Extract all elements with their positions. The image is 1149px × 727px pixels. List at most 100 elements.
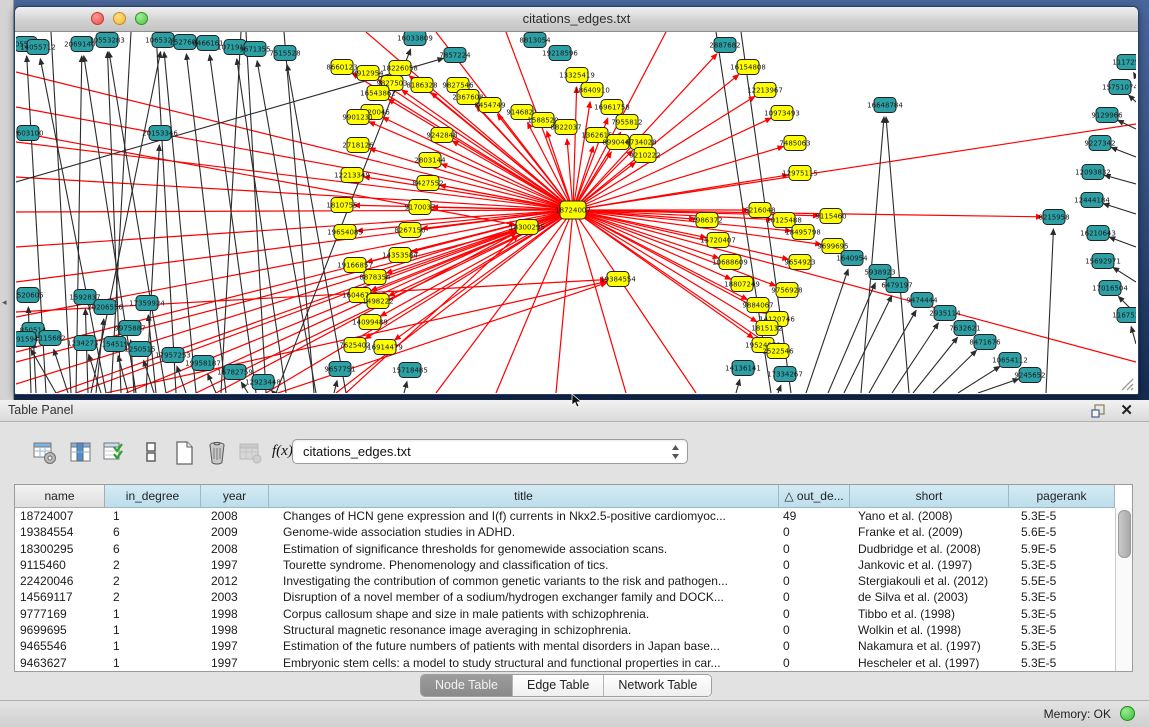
cell-out_de[interactable]: 0: [779, 557, 850, 573]
cell-in_degree[interactable]: 2: [105, 573, 201, 589]
close-panel-icon[interactable]: ✕: [1120, 401, 1133, 419]
cell-year[interactable]: 1997: [201, 638, 269, 654]
cell-short[interactable]: Wolkin et al. (1998): [850, 622, 1009, 638]
cell-in_degree[interactable]: 1: [105, 655, 201, 671]
cell-title[interactable]: Embryonic stem cells: a model to study s…: [269, 655, 779, 671]
cell-pagerank[interactable]: 5.6E-5: [1009, 524, 1115, 540]
table-row[interactable]: 1938455462009Genome-wide association stu…: [15, 524, 1115, 540]
show-columns-button[interactable]: [68, 440, 94, 466]
cell-short[interactable]: de Silva et al. (2003): [850, 589, 1009, 605]
cell-pagerank[interactable]: 5.3E-5: [1009, 606, 1115, 622]
cell-in_degree[interactable]: 2: [105, 589, 201, 605]
cell-pagerank[interactable]: 5.5E-5: [1009, 573, 1115, 589]
table-row[interactable]: 1830029562008Estimation of significance …: [15, 541, 1115, 557]
table-row[interactable]: 1456911722003Disruption of a novel membe…: [15, 589, 1115, 605]
cell-short[interactable]: Tibbo et al. (1998): [850, 606, 1009, 622]
cell-in_degree[interactable]: 1: [105, 606, 201, 622]
cell-name[interactable]: 18300295: [15, 541, 105, 557]
select-rows-button[interactable]: [102, 440, 128, 466]
collapse-left-icon[interactable]: ◂: [2, 298, 7, 307]
cell-in_degree[interactable]: 6: [105, 541, 201, 557]
cell-in_degree[interactable]: 1: [105, 508, 201, 524]
cell-pagerank[interactable]: 5.3E-5: [1009, 557, 1115, 573]
table-selector-dropdown[interactable]: citations_edges.txt: [292, 439, 688, 464]
cell-name[interactable]: 22420046: [15, 573, 105, 589]
cell-pagerank[interactable]: 5.3E-5: [1009, 622, 1115, 638]
cell-out_de[interactable]: 49: [779, 508, 850, 524]
cell-name[interactable]: 9777169: [15, 606, 105, 622]
scrollbar-thumb[interactable]: [1118, 510, 1131, 558]
cell-short[interactable]: Franke et al. (2009): [850, 524, 1009, 540]
column-header-4[interactable]: △ out_de...: [779, 485, 850, 508]
cell-year[interactable]: 1998: [201, 606, 269, 622]
cell-out_de[interactable]: 0: [779, 573, 850, 589]
network-window-titlebar[interactable]: citations_edges.txt: [15, 7, 1138, 32]
cell-title[interactable]: Disruption of a novel member of a sodium…: [269, 589, 779, 605]
cell-out_de[interactable]: 0: [779, 638, 850, 654]
cell-name[interactable]: 9463627: [15, 655, 105, 671]
cell-short[interactable]: Yano et al. (2008): [850, 508, 1009, 524]
cell-year[interactable]: 1997: [201, 557, 269, 573]
cell-pagerank[interactable]: 5.3E-5: [1009, 508, 1115, 524]
window-resize-grip[interactable]: [1118, 375, 1134, 391]
cell-title[interactable]: Investigating the contribution of common…: [269, 573, 779, 589]
cell-title[interactable]: Structural magnetic resonance image aver…: [269, 622, 779, 638]
float-panel-icon[interactable]: [1091, 404, 1105, 418]
table-row[interactable]: 911546021997Tourette syndrome. Phenomeno…: [15, 557, 1115, 573]
cell-out_de[interactable]: 0: [779, 606, 850, 622]
cell-in_degree[interactable]: 1: [105, 622, 201, 638]
cell-name[interactable]: 9465546: [15, 638, 105, 654]
table-row[interactable]: 969969511998Structural magnetic resonanc…: [15, 622, 1115, 638]
table-settings-button[interactable]: [32, 440, 58, 466]
cell-in_degree[interactable]: 2: [105, 557, 201, 573]
cell-title[interactable]: Changes of HCN gene expression and I(f) …: [269, 508, 779, 524]
cell-year[interactable]: 2008: [201, 508, 269, 524]
cell-pagerank[interactable]: 5.3E-5: [1009, 589, 1115, 605]
cell-title[interactable]: Estimation of the future numbers of pati…: [269, 638, 779, 654]
cell-in_degree[interactable]: 1: [105, 638, 201, 654]
column-header-0[interactable]: name: [15, 485, 105, 508]
table-row[interactable]: 1872400712008Changes of HCN gene express…: [15, 508, 1115, 524]
cell-short[interactable]: Dudbridge et al. (2008): [850, 541, 1009, 557]
cell-name[interactable]: 9115460: [15, 557, 105, 573]
tab-edge-table[interactable]: Edge Table: [513, 675, 604, 696]
delete-column-button[interactable]: [204, 440, 230, 466]
memory-ok-indicator[interactable]: [1120, 706, 1135, 721]
cell-year[interactable]: 2008: [201, 541, 269, 557]
column-header-5[interactable]: short: [850, 485, 1009, 508]
column-header-1[interactable]: in_degree: [105, 485, 201, 508]
cell-out_de[interactable]: 0: [779, 589, 850, 605]
cell-title[interactable]: Corpus callosum shape and size in male p…: [269, 606, 779, 622]
column-header-2[interactable]: year: [201, 485, 269, 508]
table-row[interactable]: 946362711997Embryonic stem cells: a mode…: [15, 655, 1115, 671]
cell-in_degree[interactable]: 6: [105, 524, 201, 540]
cell-name[interactable]: 18724007: [15, 508, 105, 524]
cell-pagerank[interactable]: 5.9E-5: [1009, 541, 1115, 557]
cell-name[interactable]: 9699695: [15, 622, 105, 638]
cell-pagerank[interactable]: 5.3E-5: [1009, 655, 1115, 671]
network-canvas[interactable]: 1872400786601238912954182260589827503818…: [16, 32, 1136, 393]
tab-network-table[interactable]: Network Table: [604, 675, 711, 696]
new-column-button[interactable]: [172, 440, 198, 466]
table-row[interactable]: 2242004622012Investigating the contribut…: [15, 573, 1115, 589]
cell-name[interactable]: 19384554: [15, 524, 105, 540]
delete-table-button[interactable]: [238, 440, 264, 466]
cell-out_de[interactable]: 0: [779, 524, 850, 540]
cell-short[interactable]: Nakamura et al. (1997): [850, 638, 1009, 654]
cell-short[interactable]: Jankovic et al. (1997): [850, 557, 1009, 573]
row-height-button[interactable]: [138, 440, 164, 466]
cell-year[interactable]: 2003: [201, 589, 269, 605]
cell-title[interactable]: Tourette syndrome. Phenomenology and cla…: [269, 557, 779, 573]
cell-pagerank[interactable]: 5.3E-5: [1009, 638, 1115, 654]
tab-node-table[interactable]: Node Table: [421, 675, 513, 696]
cell-year[interactable]: 2012: [201, 573, 269, 589]
vertical-scrollbar[interactable]: [1115, 508, 1132, 671]
table-row[interactable]: 946554611997Estimation of the future num…: [15, 638, 1115, 654]
cell-year[interactable]: 2009: [201, 524, 269, 540]
cell-title[interactable]: Estimation of significance thresholds fo…: [269, 541, 779, 557]
left-splitter[interactable]: ◂: [0, 0, 14, 400]
cell-out_de[interactable]: 0: [779, 541, 850, 557]
column-header-3[interactable]: title: [269, 485, 779, 508]
cell-title[interactable]: Genome-wide association studies in ADHD.: [269, 524, 779, 540]
network-graph[interactable]: 1872400786601238912954182260589827503818…: [16, 32, 1136, 393]
